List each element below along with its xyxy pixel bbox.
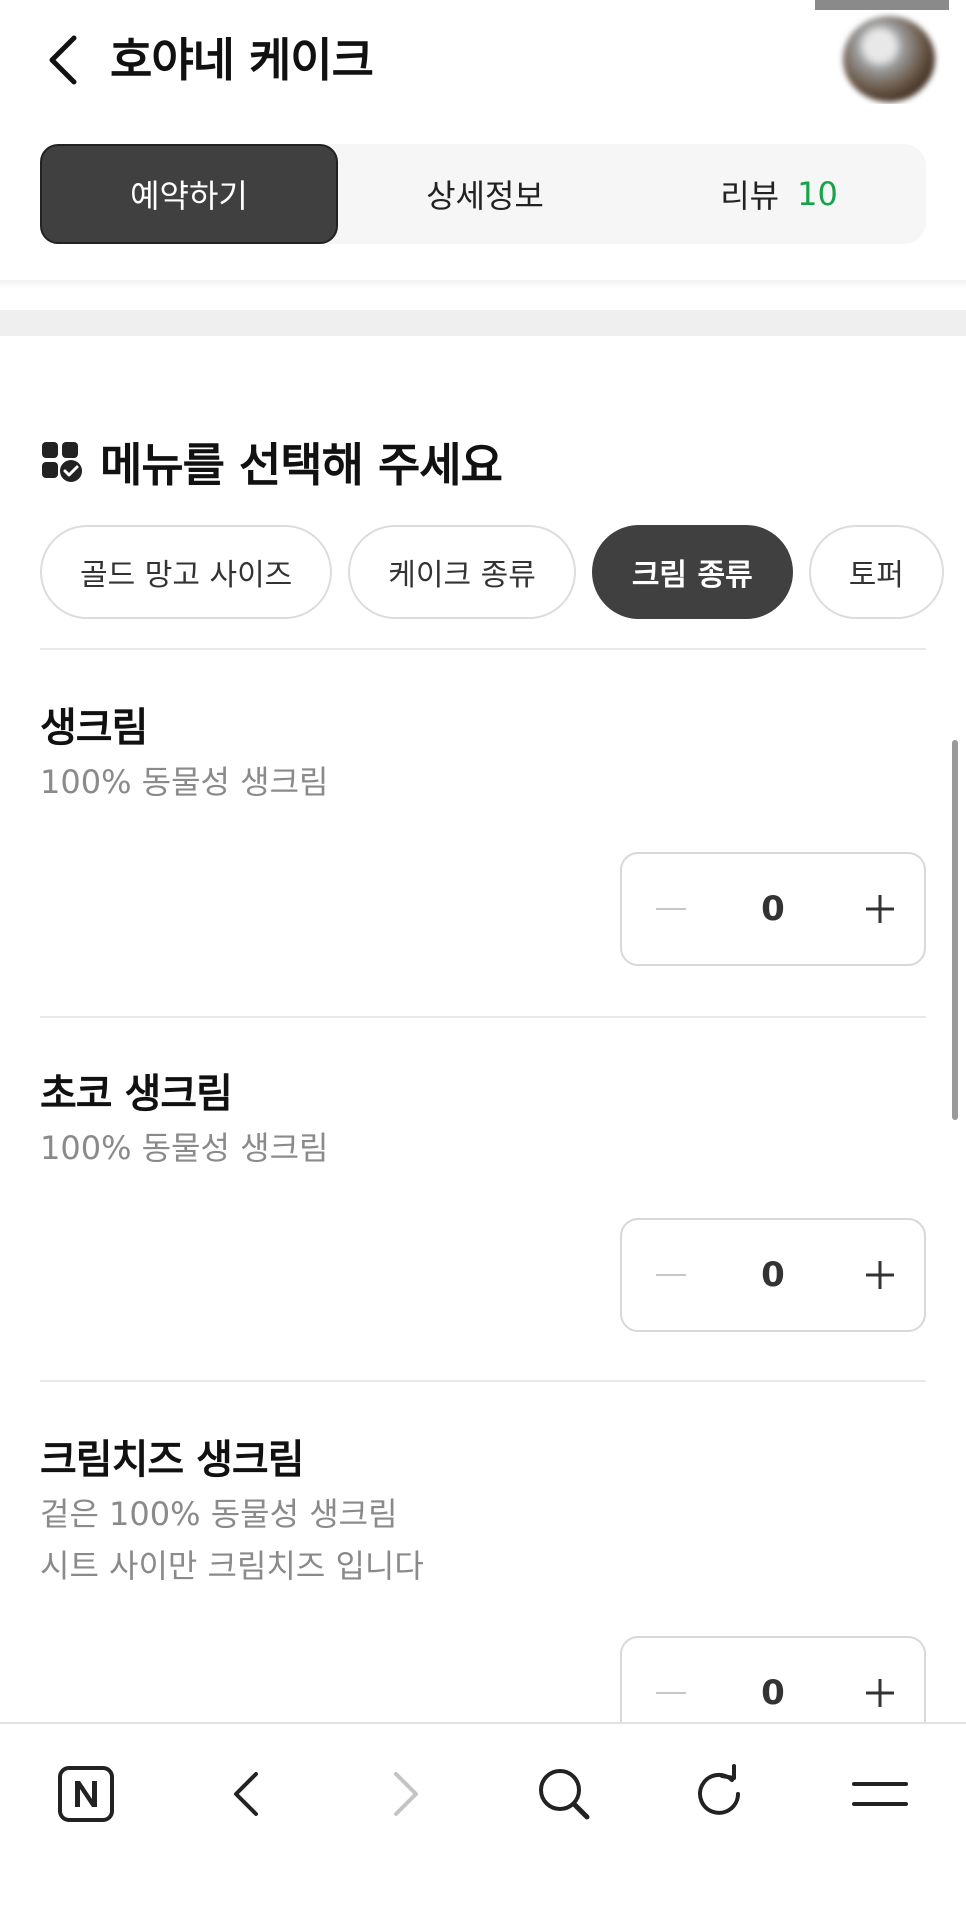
menu-item-description: 겉은 100% 동물성 생크림 xyxy=(40,1495,398,1533)
quantity-value: 0 xyxy=(761,889,785,929)
menu-item: 초코 생크림 100% 동물성 생크림 0 xyxy=(40,1066,926,1382)
menu-item-name: 생크림 xyxy=(40,705,148,751)
menu-item-name: 초코 생크림 xyxy=(40,1071,233,1117)
forward-arrow-icon xyxy=(394,1772,418,1816)
quantity-stepper: 0 xyxy=(620,1218,926,1332)
list-divider xyxy=(40,648,926,650)
section-divider xyxy=(0,310,966,336)
plus-icon xyxy=(865,1261,894,1289)
tab-label: 상세정보 xyxy=(426,177,544,215)
decrease-button[interactable] xyxy=(656,908,686,910)
tab-reservation[interactable]: 예약하기 xyxy=(40,144,338,244)
tab-label: 예약하기 xyxy=(130,177,248,215)
tab-bar: 예약하기 상세정보 리뷰 10 xyxy=(40,144,926,244)
forward-nav-button[interactable] xyxy=(366,1754,446,1834)
search-button[interactable] xyxy=(524,1754,604,1834)
section-title: 메뉴를 선택해 주세요 xyxy=(100,438,503,492)
chevron-left-icon xyxy=(49,35,77,85)
menu-item-description: 100% 동물성 생크림 xyxy=(40,1129,329,1167)
increase-button[interactable] xyxy=(860,889,900,929)
refresh-icon xyxy=(698,1764,740,1815)
chip-topper[interactable]: 토퍼 xyxy=(808,525,944,619)
store-thumbnail[interactable] xyxy=(815,0,949,104)
menu-button[interactable] xyxy=(840,1754,920,1834)
back-button[interactable] xyxy=(36,28,88,92)
tab-reviews[interactable]: 리뷰 10 xyxy=(632,144,926,244)
menu-item-description: 시트 사이만 크림치즈 입니다 xyxy=(40,1547,424,1585)
increase-button[interactable] xyxy=(860,1255,900,1295)
increase-button[interactable] xyxy=(860,1673,900,1713)
plus-icon xyxy=(865,1679,894,1707)
decrease-button[interactable] xyxy=(656,1274,686,1276)
back-arrow-icon xyxy=(234,1772,258,1816)
tab-label: 리뷰 xyxy=(720,177,780,215)
back-nav-button[interactable] xyxy=(206,1754,286,1834)
header-shadow xyxy=(0,280,966,288)
quantity-value: 0 xyxy=(761,1255,785,1295)
store-title: 호야네 케이크 xyxy=(110,33,374,87)
menu-item: 생크림 100% 동물성 생크림 0 xyxy=(40,700,926,1018)
decrease-button[interactable] xyxy=(656,1692,686,1694)
naver-home-button[interactable] xyxy=(46,1754,126,1834)
section-heading: 메뉴를 선택해 주세요 xyxy=(40,430,503,494)
header: 호야네 케이크 xyxy=(0,0,966,120)
search-icon xyxy=(539,1769,590,1820)
item-divider xyxy=(40,1016,926,1018)
category-chips: 골드 망고 사이즈 케이크 종류 크림 종류 토퍼 xyxy=(40,525,966,621)
scrollbar[interactable] xyxy=(952,740,958,1120)
review-count: 10 xyxy=(797,175,838,213)
tab-details[interactable]: 상세정보 xyxy=(338,144,632,244)
chip-cake-type[interactable]: 케이크 종류 xyxy=(348,525,576,619)
quantity-value: 0 xyxy=(761,1673,785,1713)
menu-select-icon xyxy=(42,442,82,482)
quantity-stepper: 0 xyxy=(620,852,926,966)
item-divider xyxy=(40,1380,926,1382)
refresh-button[interactable] xyxy=(680,1754,760,1834)
menu-item: 크림치즈 생크림 겉은 100% 동물성 생크림 시트 사이만 크림치즈 입니다… xyxy=(40,1432,926,1750)
chip-cream-type[interactable]: 크림 종류 xyxy=(591,525,793,619)
menu-item-description: 100% 동물성 생크림 xyxy=(40,763,329,801)
chip-gold-mango-size[interactable]: 골드 망고 사이즈 xyxy=(40,525,333,619)
naver-home-icon xyxy=(58,1766,114,1822)
menu-item-name: 크림치즈 생크림 xyxy=(40,1437,305,1483)
plus-icon xyxy=(865,895,894,923)
menu-icon xyxy=(852,1782,908,1806)
browser-bottom-nav xyxy=(0,1722,966,1924)
